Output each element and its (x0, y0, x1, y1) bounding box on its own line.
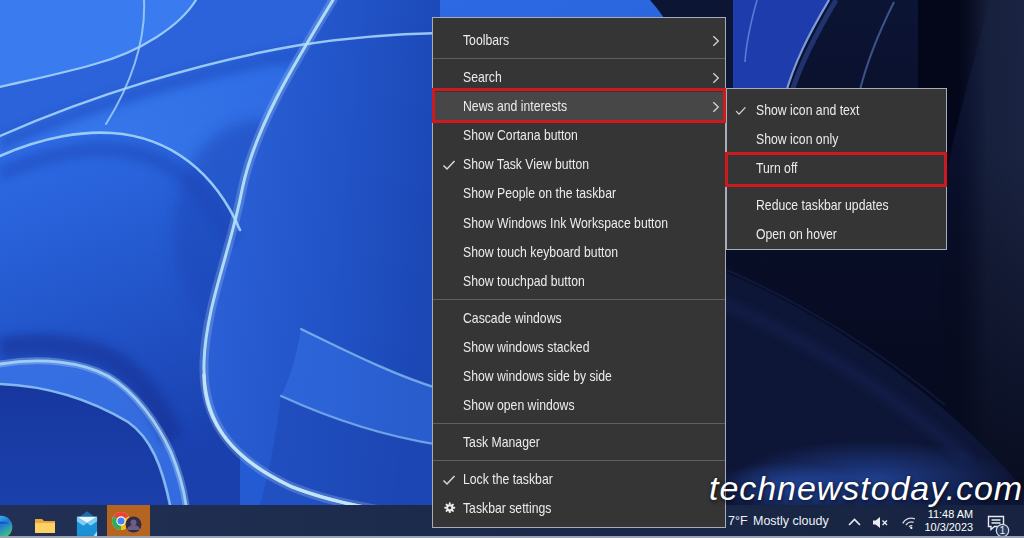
svg-text:1: 1 (1000, 524, 1006, 536)
